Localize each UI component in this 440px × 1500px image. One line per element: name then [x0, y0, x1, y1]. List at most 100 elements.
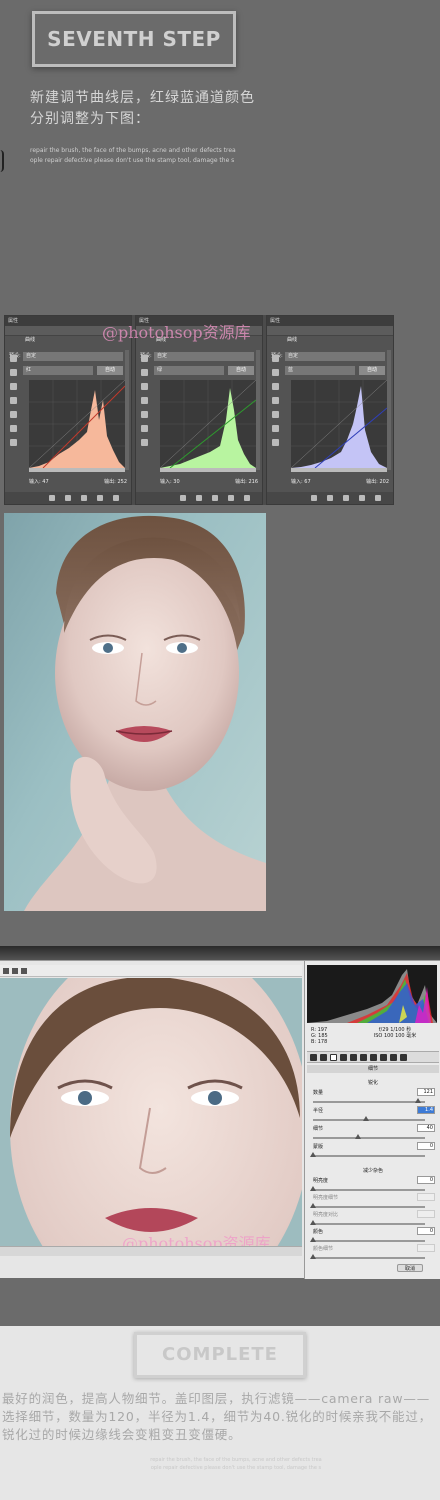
curve-point-icon[interactable] [141, 411, 148, 418]
curve-graph[interactable] [160, 380, 256, 472]
auto-button[interactable]: 自动 [228, 366, 254, 375]
curve-graph[interactable] [29, 380, 125, 472]
auto-button[interactable]: 自动 [97, 366, 123, 375]
tone-curve-tab-icon[interactable] [320, 1054, 327, 1061]
target-adjust-icon[interactable] [141, 355, 148, 362]
black-eyedropper-icon[interactable] [141, 369, 148, 376]
curve-point-icon[interactable] [10, 411, 17, 418]
slider-value-input[interactable]: 1.4 [417, 1106, 435, 1114]
white-balance-tool-icon[interactable] [21, 968, 27, 974]
slider-value-input[interactable] [417, 1244, 435, 1252]
slider-value-input[interactable]: 0 [417, 1142, 435, 1150]
slider-track[interactable] [313, 1257, 425, 1259]
zoom-tool-icon[interactable] [3, 968, 9, 974]
trash-icon[interactable] [244, 495, 250, 501]
presets-tab-icon[interactable] [390, 1054, 397, 1061]
reset-icon[interactable] [212, 495, 218, 501]
slider-track[interactable] [313, 1101, 425, 1103]
slider-value-input[interactable] [417, 1210, 435, 1218]
channel-select[interactable]: 绿 [154, 366, 224, 375]
black-eyedropper-icon[interactable] [272, 369, 279, 376]
hand-tool-icon[interactable] [12, 968, 18, 974]
visibility-icon[interactable] [97, 495, 103, 501]
camera-calibration-tab-icon[interactable] [380, 1054, 387, 1061]
visibility-icon[interactable] [228, 495, 234, 501]
smooth-icon[interactable] [272, 439, 279, 446]
target-adjust-icon[interactable] [10, 355, 17, 362]
slider-thumb[interactable] [415, 1098, 422, 1103]
step-title: SEVENTH STEP [47, 27, 221, 51]
hsl-tab-icon[interactable] [340, 1054, 347, 1061]
clip-icon[interactable] [311, 495, 317, 501]
slider-track[interactable] [313, 1223, 425, 1225]
preset-select[interactable]: 自定 [23, 352, 123, 361]
visibility-icon[interactable] [359, 495, 365, 501]
slider-track[interactable] [313, 1155, 425, 1157]
view-previous-icon[interactable] [196, 495, 202, 501]
reset-icon[interactable] [81, 495, 87, 501]
slider-value-input[interactable]: 0 [417, 1176, 435, 1184]
cancel-button[interactable]: 取消 [397, 1264, 423, 1272]
fx-tab-icon[interactable] [370, 1054, 377, 1061]
clip-icon[interactable] [49, 495, 55, 501]
complete-section: COMPLETE 最好的润色，提高人物细节。盖印图层，执行滤镜——camera … [0, 1326, 440, 1500]
view-previous-icon[interactable] [65, 495, 71, 501]
slider-thumb[interactable] [310, 1203, 316, 1208]
trash-icon[interactable] [113, 495, 119, 501]
panel-scrollbar[interactable] [125, 350, 129, 470]
pencil-icon[interactable] [10, 425, 17, 432]
white-eyedropper-icon[interactable] [141, 397, 148, 404]
auto-button[interactable]: 自动 [359, 366, 385, 375]
curve-point-icon[interactable] [272, 411, 279, 418]
slider-thumb[interactable] [310, 1237, 316, 1242]
white-eyedropper-icon[interactable] [10, 397, 17, 404]
smooth-icon[interactable] [10, 439, 17, 446]
black-eyedropper-icon[interactable] [10, 369, 17, 376]
target-adjust-icon[interactable] [272, 355, 279, 362]
slider-track[interactable] [313, 1240, 425, 1242]
slider-thumb[interactable] [310, 1220, 316, 1225]
tutorial-page: SEVENTH STEP 新建调节曲线层，红绿蓝通道颜色 分别调整为下图： re… [0, 0, 440, 1500]
panel-scrollbar[interactable] [387, 350, 391, 470]
channel-select[interactable]: 红 [23, 366, 93, 375]
split-toning-tab-icon[interactable] [350, 1054, 357, 1061]
trash-icon[interactable] [375, 495, 381, 501]
snapshots-tab-icon[interactable] [400, 1054, 407, 1061]
slider-thumb[interactable] [310, 1254, 316, 1259]
slider-thumb[interactable] [310, 1152, 316, 1157]
preset-select[interactable]: 自定 [154, 352, 254, 361]
channel-select[interactable]: 蓝 [285, 366, 355, 375]
slider-thumb[interactable] [310, 1186, 316, 1191]
panel-footer [136, 492, 262, 504]
slider-value-input[interactable] [417, 1193, 435, 1201]
white-eyedropper-icon[interactable] [272, 397, 279, 404]
final-english-caption: repair the brush, the face of the bumps,… [118, 1456, 354, 1472]
basic-tab-icon[interactable] [310, 1054, 317, 1061]
gray-eyedropper-icon[interactable] [141, 383, 148, 390]
curve-graph[interactable] [291, 380, 387, 472]
detail-tab-icon[interactable] [330, 1054, 337, 1061]
reset-icon[interactable] [343, 495, 349, 501]
clip-icon[interactable] [180, 495, 186, 501]
slider-track[interactable] [313, 1137, 425, 1139]
preset-select[interactable]: 自定 [285, 352, 385, 361]
pencil-icon[interactable] [141, 425, 148, 432]
slider-value-input[interactable]: 0 [417, 1227, 435, 1235]
input-label: 输入: [160, 479, 172, 485]
smooth-icon[interactable] [141, 439, 148, 446]
slider-track[interactable] [313, 1206, 425, 1208]
slider-value-input[interactable]: 121 [417, 1088, 435, 1096]
gray-eyedropper-icon[interactable] [10, 383, 17, 390]
view-previous-icon[interactable] [327, 495, 333, 501]
slider-value-input[interactable]: 40 [417, 1124, 435, 1132]
english-caption-line-2: ople repair defective please don't use t… [30, 157, 235, 164]
complete-title-box: COMPLETE [134, 1332, 306, 1378]
panel-scrollbar[interactable] [256, 350, 260, 470]
pencil-icon[interactable] [272, 425, 279, 432]
slider-thumb[interactable] [354, 1134, 361, 1139]
slider-track[interactable] [313, 1189, 425, 1191]
lens-tab-icon[interactable] [360, 1054, 367, 1061]
slider-track[interactable] [313, 1119, 425, 1121]
gray-eyedropper-icon[interactable] [272, 383, 279, 390]
slider-thumb[interactable] [362, 1116, 369, 1121]
